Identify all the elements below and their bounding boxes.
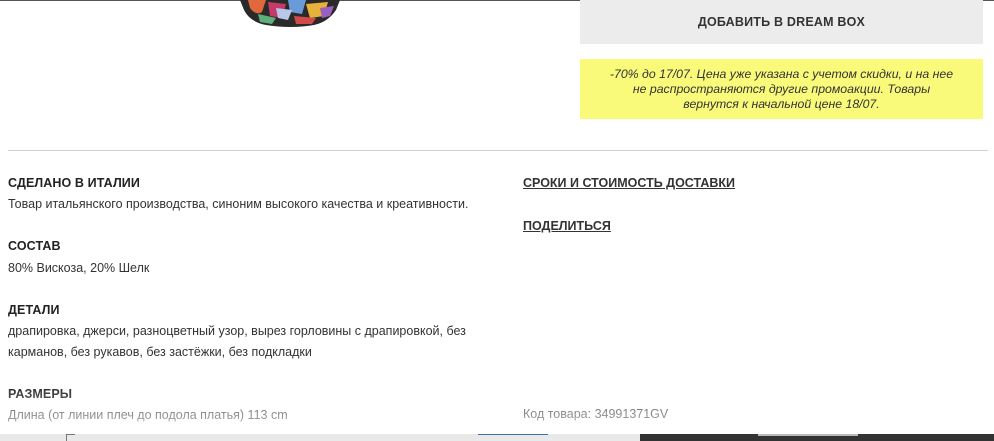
made-in-title: СДЕЛАНО В ИТАЛИИ [8, 176, 140, 190]
product-code: Код товара: 34991371GV [523, 407, 669, 421]
promo-notice: -70% до 17/07. Цена уже указана с учетом… [580, 59, 983, 119]
section-divider [8, 150, 988, 151]
sizes-title: РАЗМЕРЫ [8, 387, 73, 401]
delivery-link[interactable]: СРОКИ И СТОИМОСТЬ ДОСТАВКИ [523, 176, 735, 190]
product-image[interactable] [236, 0, 344, 28]
composition-text: 80% Вискоза, 20% Шелк [8, 261, 150, 275]
bottom-overlay-strip [0, 434, 994, 441]
edit-icon[interactable] [66, 434, 75, 441]
bottom-banner-text-fragment [758, 434, 858, 436]
made-in-text: Товар итальянского производства, синоним… [8, 197, 469, 211]
share-link[interactable]: ПОДЕЛИТЬСЯ [523, 219, 611, 233]
composition-title: СОСТАВ [8, 239, 61, 253]
sizes-text: Длина (от линии плеч до подола платья) 1… [8, 408, 288, 422]
bottom-link[interactable] [478, 434, 548, 441]
promo-text: -70% до 17/07. Цена уже указана с учетом… [609, 67, 954, 111]
details-title: ДЕТАЛИ [8, 303, 60, 317]
add-to-dreambox-button[interactable]: ДОБАВИТЬ В DREAM BOX [580, 0, 983, 44]
details-text: драпировка, джерси, разноцветный узор, в… [8, 324, 466, 359]
